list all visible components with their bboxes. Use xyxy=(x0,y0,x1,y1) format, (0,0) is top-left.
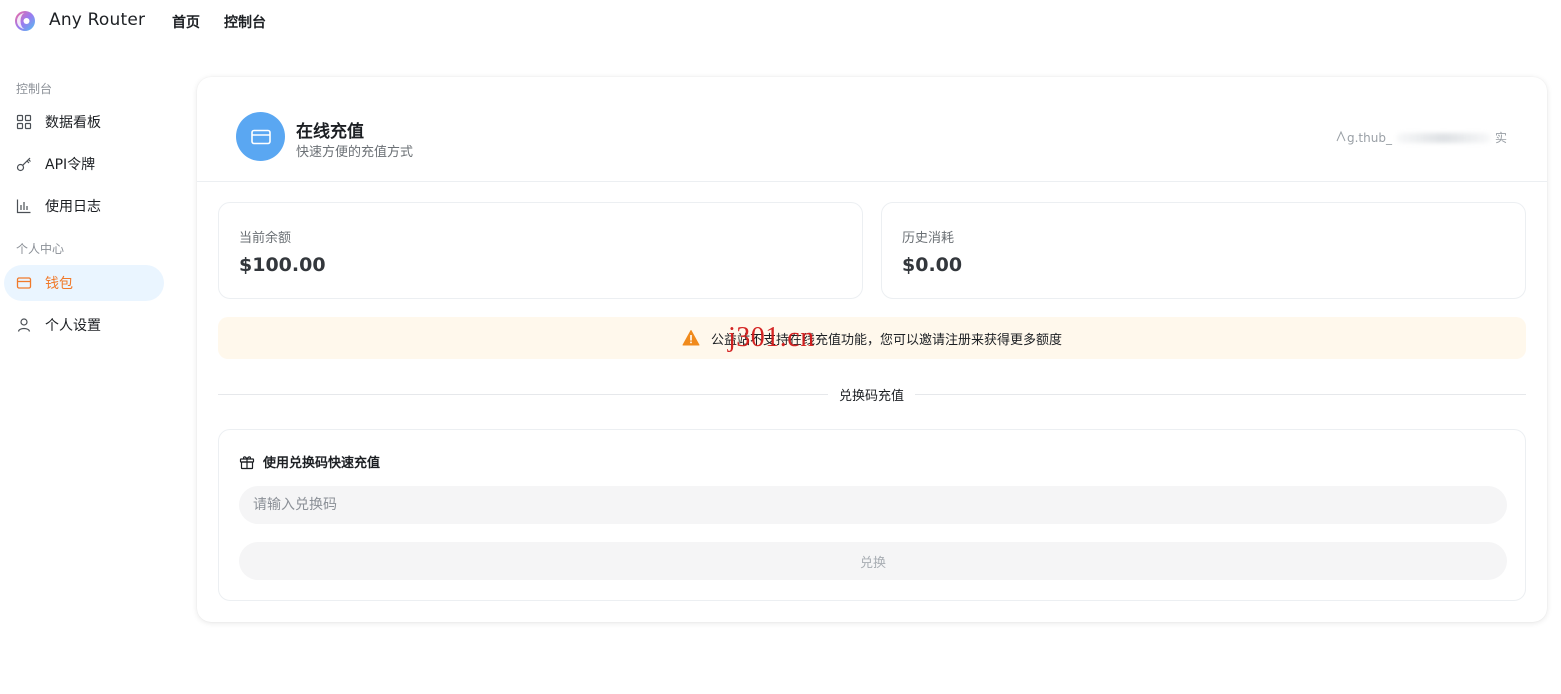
sidebar: 控制台 数据看板 API令牌 使用日志 个人中心 钱包 个人设置 xyxy=(0,44,180,694)
sidebar-item-usage-logs[interactable]: 使用日志 xyxy=(4,188,164,224)
card-header: 在线充值 快速方便的充值方式 g.thub_ 实 xyxy=(197,77,1547,182)
balance-value: $100.00 xyxy=(239,254,326,276)
notice-text: 公益站不支持在线充值功能，您可以邀请注册来获得更多额度 xyxy=(710,332,1062,348)
credit-card-icon xyxy=(236,112,285,161)
bar-chart-icon xyxy=(16,198,32,214)
divider-right xyxy=(915,394,1526,395)
sidebar-section-console: 控制台 xyxy=(16,82,53,96)
user-icon xyxy=(1335,130,1347,145)
sidebar-item-label: 数据看板 xyxy=(45,115,101,131)
redeem-divider-label: 兑换码充值 xyxy=(838,389,904,404)
wallet-icon xyxy=(16,275,32,291)
user-icon xyxy=(16,317,32,333)
redeem-title: 使用兑换码快速充值 xyxy=(239,452,380,471)
gift-icon xyxy=(239,454,255,470)
topup-card: 在线充值 快速方便的充值方式 g.thub_ 实 当前余额 $100.00 历史… xyxy=(197,77,1547,622)
divider-left xyxy=(218,394,828,395)
key-icon xyxy=(16,156,32,172)
used-label: 历史消耗 xyxy=(902,231,955,246)
redeem-title-text: 使用兑换码快速充值 xyxy=(263,456,381,471)
page-subtitle: 快速方便的充值方式 xyxy=(296,145,414,160)
sidebar-item-wallet[interactable]: 钱包 xyxy=(4,265,164,301)
sidebar-item-label: 个人设置 xyxy=(45,318,101,334)
balance-label: 当前余额 xyxy=(239,231,292,246)
redeem-button[interactable]: 兑换 xyxy=(239,542,1507,580)
sidebar-item-api-tokens[interactable]: API令牌 xyxy=(4,146,164,182)
notice-banner: 公益站不支持在线充值功能，您可以邀请注册来获得更多额度 xyxy=(218,317,1526,359)
dashboard-icon xyxy=(16,114,32,130)
user-name-suffix: 实 xyxy=(1494,131,1507,145)
warning-icon xyxy=(682,329,700,347)
nav-home-link[interactable]: 首页 xyxy=(172,12,200,32)
sidebar-item-label: API令牌 xyxy=(45,157,96,173)
used-stat: 历史消耗 $0.00 xyxy=(881,202,1526,299)
sidebar-item-dashboard[interactable]: 数据看板 xyxy=(4,104,164,140)
nav-console-link[interactable]: 控制台 xyxy=(224,12,266,32)
used-value: $0.00 xyxy=(902,254,963,276)
sidebar-item-settings[interactable]: 个人设置 xyxy=(4,307,164,343)
sidebar-item-label: 钱包 xyxy=(45,276,73,292)
balance-stat: 当前余额 $100.00 xyxy=(218,202,863,299)
user-name-redacted xyxy=(1395,132,1491,143)
sidebar-section-personal: 个人中心 xyxy=(16,242,65,256)
user-name-prefix: g.thub_ xyxy=(1347,130,1392,145)
user-badge: g.thub_ 实 xyxy=(1335,129,1507,146)
app-name[interactable]: Any Router xyxy=(49,10,145,30)
redeem-section: 使用兑换码快速充值 兑换 xyxy=(218,429,1526,601)
top-navbar: Any Router 首页 控制台 xyxy=(0,0,1561,44)
page-title: 在线充值 xyxy=(296,122,364,142)
app-logo-icon[interactable] xyxy=(14,10,36,32)
sidebar-item-label: 使用日志 xyxy=(45,199,101,215)
redeem-code-input[interactable] xyxy=(239,486,1507,524)
